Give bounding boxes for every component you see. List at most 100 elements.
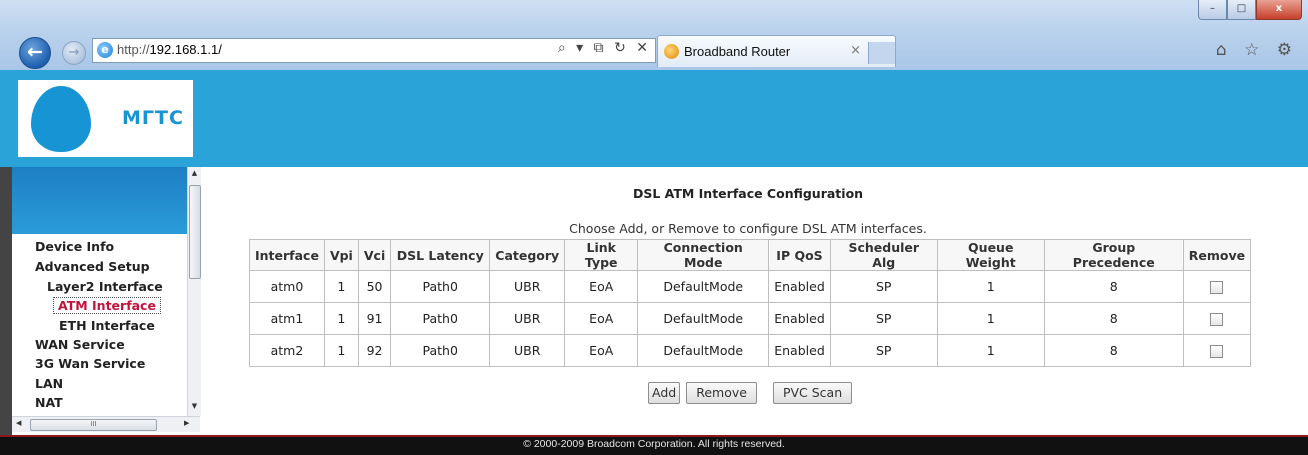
cell-ip-qos: Enabled: [768, 270, 831, 303]
tab-favicon-icon: [664, 44, 679, 59]
scroll-left-icon[interactable]: ◀: [16, 419, 21, 427]
cell-remove: [1182, 334, 1252, 367]
menu-item-eth-interface[interactable]: ETH Interface: [59, 318, 155, 333]
cell-vpi: 1: [323, 302, 359, 335]
url-text[interactable]: http://192.168.1.1/: [117, 42, 222, 57]
table-row: atm0 1 50 Path0 UBR EoA DefaultMode Enab…: [249, 270, 1252, 303]
cell-dsl-latency: Path0: [390, 270, 491, 303]
pvc-scan-button[interactable]: PVC Scan: [772, 382, 853, 404]
scroll-right-icon[interactable]: ▶: [184, 419, 189, 427]
page-footer: © 2000-2009 Broadcom Corporation. All ri…: [0, 435, 1308, 455]
page-header: [0, 70, 1308, 167]
cell-interface: atm2: [249, 334, 325, 367]
menu-item-3g-wan-service[interactable]: 3G Wan Service: [35, 356, 145, 371]
cell-remove: [1182, 302, 1252, 335]
cell-dsl-latency: Path0: [390, 334, 491, 367]
main-content: DSL ATM Interface Configuration Choose A…: [200, 167, 1308, 435]
ie-page-icon: e: [97, 42, 113, 58]
cell-dsl-latency: Path0: [390, 302, 491, 335]
page-subtitle: Choose Add, or Remove to configure DSL A…: [569, 221, 927, 236]
col-scheduler-alg: Scheduler Alg: [829, 239, 938, 271]
cell-link-type: EoA: [564, 302, 639, 335]
browser-tab[interactable]: Broadband Router ×: [657, 35, 896, 67]
cell-category: UBR: [489, 302, 566, 335]
button-spacer: [763, 382, 767, 404]
cell-link-type: EoA: [564, 334, 639, 367]
col-link-type: Link Type: [564, 239, 639, 271]
copyright-text: © 2000-2009 Broadcom Corporation. All ri…: [523, 438, 785, 450]
menu-item-wan-service[interactable]: WAN Service: [35, 337, 125, 352]
col-connection-mode: Connection Mode: [637, 239, 770, 271]
browser-chrome: – □ x ← → e http://192.168.1.1/ ⌕ ▾ ⧉ ↻ …: [0, 0, 1308, 70]
atm-interface-table: Interface Vpi Vci DSL Latency Category L…: [249, 239, 1252, 367]
tab-close-icon[interactable]: ×: [850, 43, 861, 58]
scroll-thumb-horizontal[interactable]: III: [30, 419, 157, 431]
cell-connection-mode: DefaultMode: [637, 270, 770, 303]
cell-queue-weight: 1: [936, 334, 1045, 367]
remove-checkbox-atm1[interactable]: [1210, 313, 1224, 326]
action-buttons: Add Remove PVC Scan: [648, 382, 853, 404]
menu-item-layer2-interface[interactable]: Layer2 Interface: [47, 279, 163, 294]
cell-vci: 92: [357, 334, 392, 367]
menu-item-lan[interactable]: LAN: [35, 376, 63, 391]
col-category: Category: [489, 239, 566, 271]
cell-group-precedence: 8: [1043, 334, 1184, 367]
minimize-button[interactable]: –: [1198, 0, 1227, 20]
close-window-button[interactable]: x: [1256, 0, 1302, 20]
menu-item-advanced-setup[interactable]: Advanced Setup: [35, 259, 150, 274]
address-bar[interactable]: e http://192.168.1.1/ ⌕ ▾ ⧉ ↻ ✕: [92, 38, 656, 63]
cell-remove: [1182, 270, 1252, 303]
menu-vertical-scrollbar[interactable]: ▲ ▼: [187, 167, 201, 416]
remove-checkbox-atm0[interactable]: [1210, 281, 1224, 294]
remove-button[interactable]: Remove: [686, 382, 757, 404]
address-tools-icons[interactable]: ⌕ ▾ ⧉ ↻ ✕: [558, 40, 651, 56]
window-controls: – □ x: [1198, 0, 1302, 20]
page-title: DSL ATM Interface Configuration: [632, 186, 864, 201]
cell-vci: 50: [357, 270, 392, 303]
col-vci: Vci: [357, 239, 392, 271]
cell-category: UBR: [489, 270, 566, 303]
new-tab-button[interactable]: [868, 42, 895, 64]
cell-ip-qos: Enabled: [768, 334, 831, 367]
menu-header-band: [12, 167, 187, 234]
menu-horizontal-scrollbar[interactable]: ◀ III ▶: [12, 416, 200, 432]
cell-scheduler-alg: SP: [829, 270, 938, 303]
cell-category: UBR: [489, 334, 566, 367]
tab-title: Broadband Router: [684, 44, 791, 59]
col-dsl-latency: DSL Latency: [390, 239, 491, 271]
col-queue-weight: Queue Weight: [936, 239, 1045, 271]
cell-scheduler-alg: SP: [829, 334, 938, 367]
cell-vpi: 1: [323, 334, 359, 367]
remove-checkbox-atm2[interactable]: [1210, 345, 1224, 358]
table-header-row: Interface Vpi Vci DSL Latency Category L…: [249, 239, 1252, 271]
menu-item-nat[interactable]: NAT: [35, 395, 63, 410]
cell-queue-weight: 1: [936, 270, 1045, 303]
add-button[interactable]: Add: [648, 382, 681, 404]
title-bar: [0, 0, 1308, 34]
cell-group-precedence: 8: [1043, 270, 1184, 303]
col-vpi: Vpi: [323, 239, 359, 271]
menu-item-atm-interface[interactable]: ATM Interface: [53, 297, 161, 314]
forward-button[interactable]: →: [62, 41, 86, 65]
cell-connection-mode: DefaultMode: [637, 302, 770, 335]
toolbar-icons[interactable]: ⌂ ☆ ⚙: [1216, 40, 1298, 60]
back-button[interactable]: ←: [19, 37, 51, 69]
table-row: atm1 1 91 Path0 UBR EoA DefaultMode Enab…: [249, 302, 1252, 335]
cell-interface: atm1: [249, 302, 325, 335]
col-remove: Remove: [1182, 239, 1252, 271]
col-interface: Interface: [249, 239, 325, 271]
col-group-precedence: Group Precedence: [1043, 239, 1184, 271]
maximize-button[interactable]: □: [1227, 0, 1256, 20]
col-ip-qos: IP QoS: [768, 239, 831, 271]
cell-group-precedence: 8: [1043, 302, 1184, 335]
cell-connection-mode: DefaultMode: [637, 334, 770, 367]
cell-vci: 91: [357, 302, 392, 335]
menu-item-device-info[interactable]: Device Info: [35, 239, 114, 254]
cell-scheduler-alg: SP: [829, 302, 938, 335]
cell-link-type: EoA: [564, 270, 639, 303]
cell-vpi: 1: [323, 270, 359, 303]
cell-queue-weight: 1: [936, 302, 1045, 335]
cell-interface: atm0: [249, 270, 325, 303]
window-left-edge: [0, 167, 12, 435]
cell-ip-qos: Enabled: [768, 302, 831, 335]
